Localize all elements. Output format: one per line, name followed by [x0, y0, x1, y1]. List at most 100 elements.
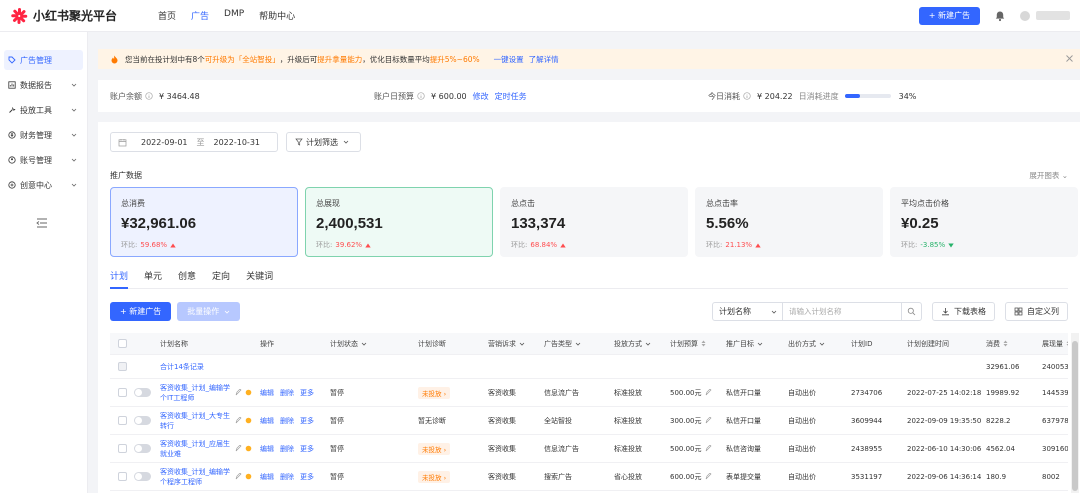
- column-header[interactable]: 广告类型: [544, 333, 581, 354]
- column-header[interactable]: 出价方式: [788, 333, 825, 354]
- delete-link[interactable]: 删除: [280, 472, 294, 482]
- header-new-ad-button[interactable]: + 新建广告: [918, 6, 980, 25]
- metric-card[interactable]: 总消费 ¥32,961.06 环比: 59.68%: [110, 187, 298, 257]
- sidebar-item-finance[interactable]: 财务管理: [4, 125, 83, 145]
- tab-plan[interactable]: 计划: [110, 269, 129, 289]
- table-row[interactable]: 客资收集_计划_大专生转行 编辑 删除 更多 暂停 暂无诊断 客资收集 全站智投 标准投放 300…: [110, 407, 1068, 435]
- search-input[interactable]: [783, 303, 901, 320]
- edit-icon[interactable]: [235, 389, 242, 396]
- sidebar-item-ad-management[interactable]: 广告管理: [4, 50, 83, 70]
- plan-toggle-switch[interactable]: [134, 416, 151, 425]
- sidebar-item-data-report[interactable]: 数据报告: [4, 75, 83, 95]
- nav-ads[interactable]: 广告: [191, 9, 209, 22]
- expand-chart-link[interactable]: 展开图表 ⌄: [1029, 170, 1068, 181]
- table-row[interactable]: 客资收集_计划_编输学个程序工程师 编辑 删除 更多 暂停 未投放 › 客资收集 搜索广告 省心…: [110, 463, 1068, 491]
- plan-toggle-switch[interactable]: [134, 444, 151, 453]
- batch-operation-button[interactable]: 批量操作: [177, 302, 241, 321]
- metric-card[interactable]: 总点击率 5.56% 环比: 21.13%: [695, 187, 883, 257]
- delete-link[interactable]: 删除: [280, 444, 294, 454]
- edit-link[interactable]: 编辑: [260, 416, 274, 426]
- info-icon[interactable]: [417, 92, 425, 100]
- table-row[interactable]: 客资收集_计划_应届生就业难 编辑 删除 更多 暂停 未投放 › 客资收集 信息流广告 标准投放…: [110, 435, 1068, 463]
- table-scrollbar[interactable]: [1071, 333, 1079, 493]
- column-header[interactable]: 计划状态: [330, 333, 367, 354]
- plan-name-link[interactable]: 客资收集_计划_编输学个程序工程师: [160, 467, 232, 487]
- metric-card[interactable]: 平均点击价格 ¥0.25 环比: -3.85%: [890, 187, 1078, 257]
- tab-keywords[interactable]: 关键词: [246, 269, 273, 289]
- delete-link[interactable]: 删除: [280, 416, 294, 426]
- info-icon[interactable]: [145, 92, 153, 100]
- tab-targeting[interactable]: 定向: [212, 269, 230, 289]
- logo[interactable]: 小红书聚光平台: [0, 7, 150, 25]
- edit-link[interactable]: 编辑: [260, 472, 274, 482]
- plan-toggle-switch[interactable]: [134, 472, 151, 481]
- edit-icon[interactable]: [705, 445, 712, 452]
- select-all-checkbox[interactable]: [118, 339, 127, 348]
- close-icon[interactable]: [1065, 54, 1074, 63]
- row-checkbox[interactable]: [118, 388, 127, 397]
- tab-unit[interactable]: 单元: [144, 269, 162, 289]
- budget-schedule-link[interactable]: 定时任务: [495, 91, 527, 102]
- diagnosis-badge[interactable]: 未投放 ›: [418, 442, 451, 455]
- search-button[interactable]: [901, 303, 921, 320]
- avatar[interactable]: [1020, 10, 1030, 21]
- notice-one-click-setup-link[interactable]: 一键设置: [494, 54, 524, 65]
- more-link[interactable]: 更多: [300, 472, 314, 482]
- column-header[interactable]: 计划ID: [851, 333, 872, 354]
- metric-card[interactable]: 总展现 2,400,531 环比: 39.62%: [305, 187, 493, 257]
- more-link[interactable]: 更多: [300, 444, 314, 454]
- row-checkbox[interactable]: [118, 416, 127, 425]
- edit-icon[interactable]: [235, 417, 242, 424]
- column-header[interactable]: 计划预算: [670, 333, 706, 354]
- nav-dmp[interactable]: DMP: [224, 9, 244, 22]
- budget-edit-link[interactable]: 修改: [473, 91, 489, 102]
- total-records[interactable]: 合计14条记录: [160, 355, 204, 378]
- sidebar-item-creative[interactable]: 创意中心: [4, 175, 83, 195]
- search-field-select[interactable]: 计划名称: [713, 303, 783, 320]
- column-header[interactable]: 投放方式: [614, 333, 651, 354]
- column-header[interactable]: 消费: [986, 333, 1008, 354]
- user-name-blurred[interactable]: [1036, 11, 1070, 20]
- collapse-sidebar-icon[interactable]: [36, 218, 48, 228]
- plan-name-link[interactable]: 客资收集_计划_应届生就业难: [160, 439, 232, 459]
- plan-name-link[interactable]: 客资收集_计划_大专生转行: [160, 411, 232, 431]
- plan-name-link[interactable]: 客资收集_计划_编输学个IT工程师: [160, 383, 232, 403]
- scrollbar-thumb[interactable]: [1072, 341, 1078, 491]
- diagnosis-badge[interactable]: 未投放 ›: [418, 470, 451, 483]
- sidebar-item-tools[interactable]: 投放工具: [4, 100, 83, 120]
- edit-icon[interactable]: [235, 473, 242, 480]
- nav-help[interactable]: 帮助中心: [259, 9, 295, 22]
- download-table-button[interactable]: 下载表格: [932, 302, 995, 321]
- more-link[interactable]: 更多: [300, 388, 314, 398]
- diagnosis-badge[interactable]: 未投放 ›: [418, 386, 451, 399]
- plan-toggle-switch[interactable]: [134, 388, 151, 397]
- sidebar-item-account[interactable]: 账号管理: [4, 150, 83, 170]
- column-header[interactable]: 营销诉求: [488, 333, 525, 354]
- bell-icon[interactable]: [994, 10, 1006, 22]
- edit-link[interactable]: 编辑: [260, 388, 274, 398]
- column-header[interactable]: 计划名称: [160, 333, 188, 354]
- nav-home[interactable]: 首页: [158, 9, 176, 22]
- date-range-picker[interactable]: 2022-09-01 至 2022-10-31: [110, 132, 278, 152]
- custom-columns-button[interactable]: 自定义列: [1005, 302, 1068, 321]
- edit-icon[interactable]: [235, 445, 242, 452]
- metric-card[interactable]: 总点击 133,374 环比: 68.84%: [500, 187, 688, 257]
- row-checkbox[interactable]: [118, 444, 127, 453]
- tab-creative[interactable]: 创意: [178, 269, 196, 289]
- edit-icon[interactable]: [705, 417, 712, 424]
- plan-filter-button[interactable]: 计划筛选: [286, 132, 361, 152]
- column-header[interactable]: 计划诊断: [418, 333, 446, 354]
- row-checkbox[interactable]: [118, 472, 127, 481]
- info-icon[interactable]: [743, 92, 751, 100]
- delete-link[interactable]: 删除: [280, 388, 294, 398]
- new-ad-button[interactable]: + 新建广告: [110, 302, 172, 321]
- column-header[interactable]: 操作: [260, 333, 274, 354]
- edit-icon[interactable]: [705, 473, 712, 480]
- edit-link[interactable]: 编辑: [260, 444, 274, 454]
- column-header[interactable]: 展现量: [1042, 333, 1068, 354]
- notice-learn-more-link[interactable]: 了解详情: [529, 54, 559, 65]
- edit-icon[interactable]: [705, 389, 712, 396]
- column-header[interactable]: 计划创建时间: [907, 333, 949, 354]
- column-header[interactable]: 推广目标: [726, 333, 763, 354]
- table-row[interactable]: 客资收集_计划_编输学个IT工程师 编辑 删除 更多 暂停 未投放 › 客资收集 信息流广告 标…: [110, 379, 1068, 407]
